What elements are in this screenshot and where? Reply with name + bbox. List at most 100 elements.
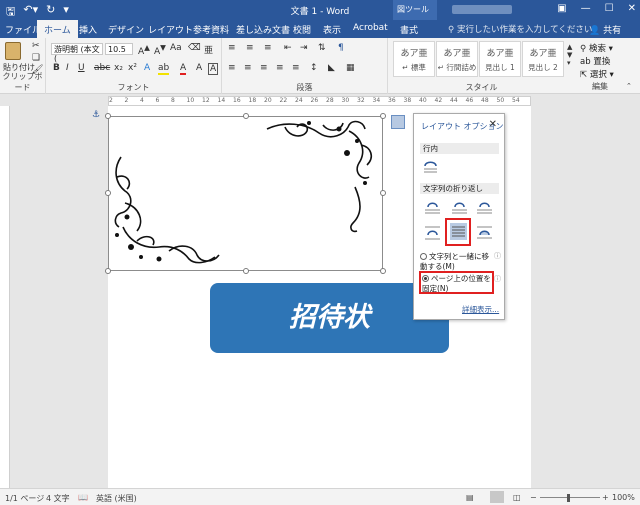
close-icon[interactable]: ✕ — [489, 119, 497, 130]
page-count[interactable]: 1/1 ページ — [5, 493, 44, 504]
wrap-through-icon[interactable] — [476, 198, 493, 215]
zoom-thumb[interactable] — [567, 494, 570, 502]
wrap-tight-icon[interactable] — [451, 198, 468, 215]
zoom-out-icon[interactable]: − — [530, 493, 537, 502]
zoom-slider[interactable] — [540, 497, 600, 498]
shrink-font-icon[interactable]: A▼ — [154, 43, 166, 57]
align-left-icon[interactable]: ≡ — [228, 63, 236, 73]
tab-insert[interactable]: 挿入 — [79, 23, 97, 36]
style-normal[interactable]: あア亜 ↵ 標準 — [393, 41, 435, 77]
ruler-tick: 50 — [496, 97, 505, 104]
replace-button[interactable]: ab 置換 — [580, 55, 610, 67]
move-with-text-label: 文字列と一緒に移動する(M) — [420, 252, 489, 271]
phonetic-icon[interactable]: 亜 — [204, 43, 213, 56]
text-effect-icon[interactable]: A — [144, 63, 150, 73]
tab-design[interactable]: デザイン — [108, 23, 144, 36]
resize-handle[interactable] — [380, 190, 386, 196]
account-name-blurred[interactable] — [452, 5, 512, 14]
multilevel-icon[interactable]: ≡ — [264, 43, 272, 53]
underline-icon[interactable]: U — [78, 63, 85, 73]
word-count[interactable]: 4 文字 — [46, 493, 70, 504]
justify-icon[interactable]: ≡ — [276, 63, 284, 73]
inline-wrap-icon[interactable] — [422, 158, 439, 175]
ornamental-frame-image[interactable] — [108, 116, 383, 271]
distribute-icon[interactable]: ≡ — [292, 63, 300, 73]
strikethrough-icon[interactable]: abc — [94, 63, 110, 73]
minimize-button[interactable]: — — [581, 3, 591, 14]
ruler-tick: 48 — [481, 97, 489, 104]
line-spacing-icon[interactable]: ↕ — [310, 63, 318, 73]
web-layout-icon[interactable]: ◫ — [513, 493, 521, 502]
move-with-text-option[interactable]: 文字列と一緒に移動する(M) — [420, 252, 492, 272]
fix-position-option[interactable]: ページ上の位置を固定(N) — [422, 274, 492, 294]
borders-icon[interactable]: ▦ — [346, 63, 355, 73]
align-right-icon[interactable]: ≡ — [260, 63, 268, 73]
tab-file[interactable]: ファイル — [5, 23, 41, 36]
style-heading-2[interactable]: あア亜 見出し 2 — [522, 41, 564, 77]
wrap-top-bottom-icon[interactable] — [424, 224, 441, 241]
zoom-in-icon[interactable]: + — [602, 493, 609, 502]
tab-review[interactable]: 校閲 — [293, 23, 311, 36]
share-button[interactable]: 👤 共有 — [589, 23, 621, 36]
horizontal-ruler[interactable]: 2 2 4 6 8 10 12 14 16 18 20 22 24 26 28 30 32 34 36 38 40 42 4… — [108, 96, 531, 106]
see-more-link[interactable]: 詳細表示... — [462, 304, 499, 315]
find-button[interactable]: ⚲ 検索 ▾ — [580, 42, 613, 54]
paste-icon[interactable] — [5, 42, 21, 60]
superscript-icon[interactable]: x² — [128, 63, 137, 73]
collapse-ribbon-icon[interactable]: ⌃ — [626, 82, 632, 90]
show-marks-icon[interactable]: ¶ — [338, 43, 344, 53]
subscript-icon[interactable]: x₂ — [114, 63, 123, 73]
tab-acrobat[interactable]: Acrobat — [353, 23, 388, 33]
tab-home[interactable]: ホーム — [37, 20, 78, 38]
select-button[interactable]: ⇱ 選択 ▾ — [580, 68, 614, 80]
tab-references[interactable]: 参考資料 — [193, 23, 229, 36]
wrap-square-icon[interactable] — [424, 198, 441, 215]
styles-scroll-icon[interactable]: ▲ ▼ ▾ — [567, 43, 572, 67]
wrap-in-front-icon[interactable] — [476, 224, 493, 241]
align-center-icon[interactable]: ≡ — [244, 63, 252, 73]
font-color-icon[interactable]: A — [180, 63, 187, 75]
resize-handle[interactable] — [105, 268, 111, 274]
resize-handle[interactable] — [105, 190, 111, 196]
resize-handle[interactable] — [380, 268, 386, 274]
char-border-icon[interactable]: A — [208, 63, 219, 75]
cut-icon[interactable]: ✂ — [32, 41, 40, 51]
decrease-indent-icon[interactable]: ⇤ — [284, 43, 292, 53]
tab-format[interactable]: 書式 — [400, 23, 418, 36]
char-shading-icon[interactable]: A — [196, 63, 202, 73]
highlight-icon[interactable]: ab — [158, 63, 170, 75]
zoom-level[interactable]: 100% — [612, 493, 635, 502]
tell-me-search[interactable]: ⚲ 実行したい作業を入力してください — [448, 23, 592, 35]
language-indicator[interactable]: 英語 (米国) — [96, 493, 137, 504]
increase-indent-icon[interactable]: ⇥ — [300, 43, 308, 53]
numbering-icon[interactable]: ≡ — [246, 43, 254, 53]
italic-icon[interactable]: I — [66, 63, 69, 73]
grow-font-icon[interactable]: A▲ — [138, 43, 150, 57]
clear-format-icon[interactable]: ⌫ — [188, 43, 201, 53]
resize-handle[interactable] — [105, 113, 111, 119]
vertical-ruler[interactable] — [0, 106, 10, 488]
maximize-button[interactable]: ☐ — [605, 3, 614, 14]
print-layout-icon[interactable] — [490, 491, 504, 503]
proofing-icon[interactable]: 📖 — [78, 493, 88, 502]
font-name-select[interactable]: 游明朝 (本文( — [51, 43, 103, 63]
change-case-icon[interactable]: Aa — [170, 43, 182, 53]
tab-view[interactable]: 表示 — [323, 23, 341, 36]
style-heading-1[interactable]: あア亜 見出し 1 — [479, 41, 521, 77]
resize-handle[interactable] — [380, 113, 386, 119]
sort-icon[interactable]: ⇅ — [318, 43, 326, 53]
copy-icon[interactable]: ❏ — [32, 53, 40, 63]
tab-layout[interactable]: レイアウト — [148, 23, 193, 36]
font-size-select[interactable]: 10.5 — [105, 43, 133, 55]
read-mode-icon[interactable]: ▤ — [466, 493, 474, 502]
resize-handle[interactable] — [243, 268, 249, 274]
style-no-spacing[interactable]: あア亜 ↵ 行間詰め — [436, 41, 478, 77]
ribbon-display-icon[interactable]: ▣ — [557, 3, 566, 14]
resize-handle[interactable] — [243, 113, 249, 119]
bullets-icon[interactable]: ≡ — [228, 43, 236, 53]
bold-icon[interactable]: B — [53, 63, 60, 73]
shading-icon[interactable]: ◣ — [328, 63, 335, 73]
tab-mailings[interactable]: 差し込み文書 — [236, 23, 290, 36]
layout-options-button[interactable] — [391, 115, 405, 129]
close-button[interactable]: ✕ — [628, 3, 636, 14]
